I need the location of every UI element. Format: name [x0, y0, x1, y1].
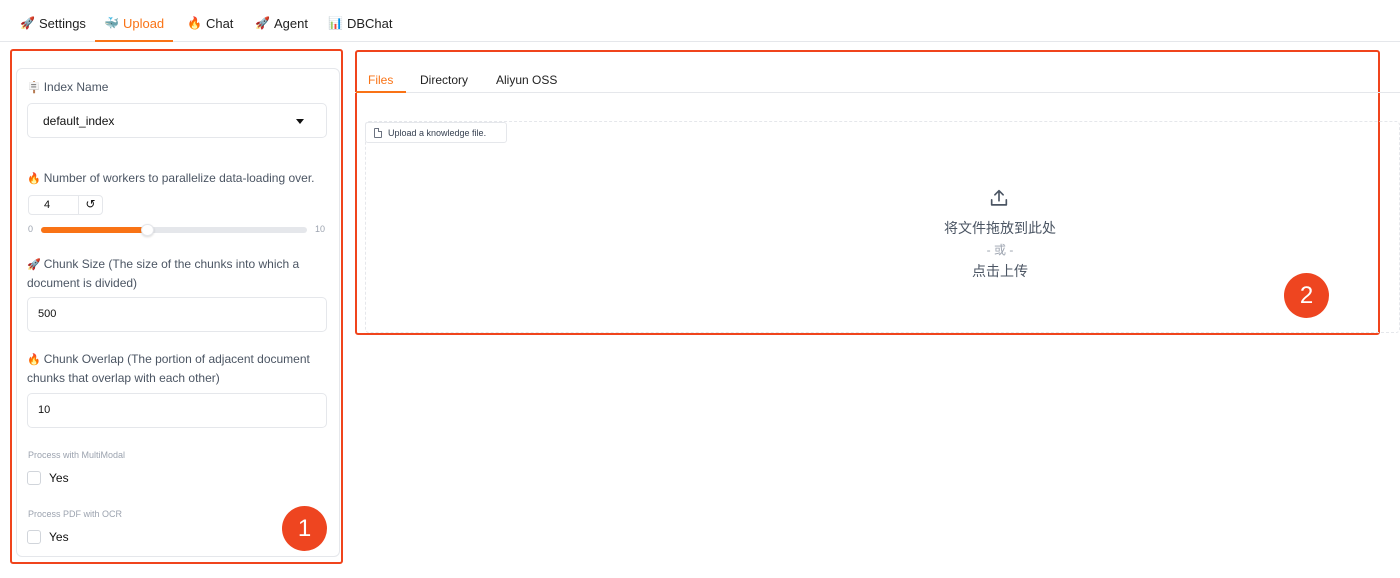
drop-file-text: 将文件拖放到此处	[944, 220, 1056, 236]
multimodal-caption: Process with MultiModal	[28, 450, 126, 460]
caret-down-icon	[296, 119, 304, 124]
callout-badge-2: 2	[1284, 273, 1329, 318]
ocr-checkbox[interactable]: Yes	[27, 530, 69, 544]
fire-icon: 🔥	[27, 354, 41, 366]
fire-icon: 🔥	[27, 173, 41, 185]
file-icon	[374, 127, 382, 138]
chunk-overlap-input[interactable]: 10	[27, 393, 327, 428]
file-dropzone[interactable]	[365, 121, 1400, 333]
rocket-icon: 🚀	[27, 259, 41, 271]
or-separator: - 或 -	[986, 243, 1014, 257]
chunk-size-label: 🚀 Chunk Size (The size of the chunks into…	[27, 257, 300, 290]
checkbox-label: Yes	[49, 530, 69, 544]
checkbox-box[interactable]	[27, 471, 41, 485]
checkbox-box[interactable]	[27, 530, 41, 544]
workers-number-input[interactable]: 4	[28, 195, 79, 215]
tab-settings[interactable]: 🚀 Settings	[20, 16, 86, 42]
upload-icon	[990, 189, 1008, 206]
tab-chat[interactable]: 🔥 Chat	[187, 16, 233, 42]
tab-upload[interactable]: 🐳 Upload	[94, 16, 174, 42]
fire-icon: 🔥	[187, 16, 202, 30]
click-upload-text[interactable]: 点击上传	[900, 261, 1100, 281]
slider-max-label: 10	[315, 224, 326, 234]
upload-source-tabs: Files Directory Aliyun OSS	[355, 68, 1400, 93]
upload-chip-text: Upload a knowledge file.	[388, 127, 487, 138]
rocket-icon: 🚀	[20, 16, 35, 30]
workers-slider[interactable]	[41, 224, 307, 236]
sign-icon: 🪧	[27, 82, 41, 94]
tab-label: Settings	[38, 16, 86, 31]
chunk-size-input[interactable]: 500	[27, 297, 327, 332]
tab-label: Upload	[122, 16, 165, 31]
index-name-label: 🪧 Index Name	[27, 80, 109, 94]
index-name-value: default_index	[43, 113, 115, 128]
tab-label: DBChat	[346, 16, 393, 31]
bar-chart-icon: 📊	[328, 16, 343, 30]
tab-agent[interactable]: 🚀 Agent	[255, 16, 308, 42]
slider-fill	[41, 227, 148, 233]
chunk-overlap-label: 🔥 Chunk Overlap (The portion of adjacent …	[27, 352, 310, 385]
multimodal-checkbox[interactable]: Yes	[27, 471, 69, 485]
reset-icon[interactable]: ↺	[78, 195, 103, 215]
upload-file-label: Upload a knowledge file.	[365, 122, 507, 143]
tab-label: Agent	[273, 16, 308, 31]
top-tab-bar: 🚀 Settings 🐳 Upload 🔥 Chat 🚀 Agent 📊 DBC…	[0, 0, 1400, 42]
tab-label: Chat	[205, 16, 234, 31]
tab-dbchat[interactable]: 📊 DBChat	[328, 16, 392, 42]
tab-files[interactable]: Files	[355, 73, 407, 93]
checkbox-label: Yes	[49, 471, 69, 485]
ocr-caption: Process PDF with OCR	[28, 509, 123, 519]
rocket-icon: 🚀	[255, 16, 270, 30]
callout-badge-1: 1	[282, 506, 327, 551]
tab-aliyun-oss[interactable]: Aliyun OSS	[496, 73, 557, 93]
tab-directory[interactable]: Directory	[420, 73, 468, 93]
slider-min-label: 0	[28, 224, 34, 234]
whale-icon: 🐳	[104, 16, 119, 30]
index-name-dropdown[interactable]: default_index	[27, 103, 327, 138]
workers-label: 🔥 Number of workers to parallelize data-l…	[27, 171, 315, 185]
